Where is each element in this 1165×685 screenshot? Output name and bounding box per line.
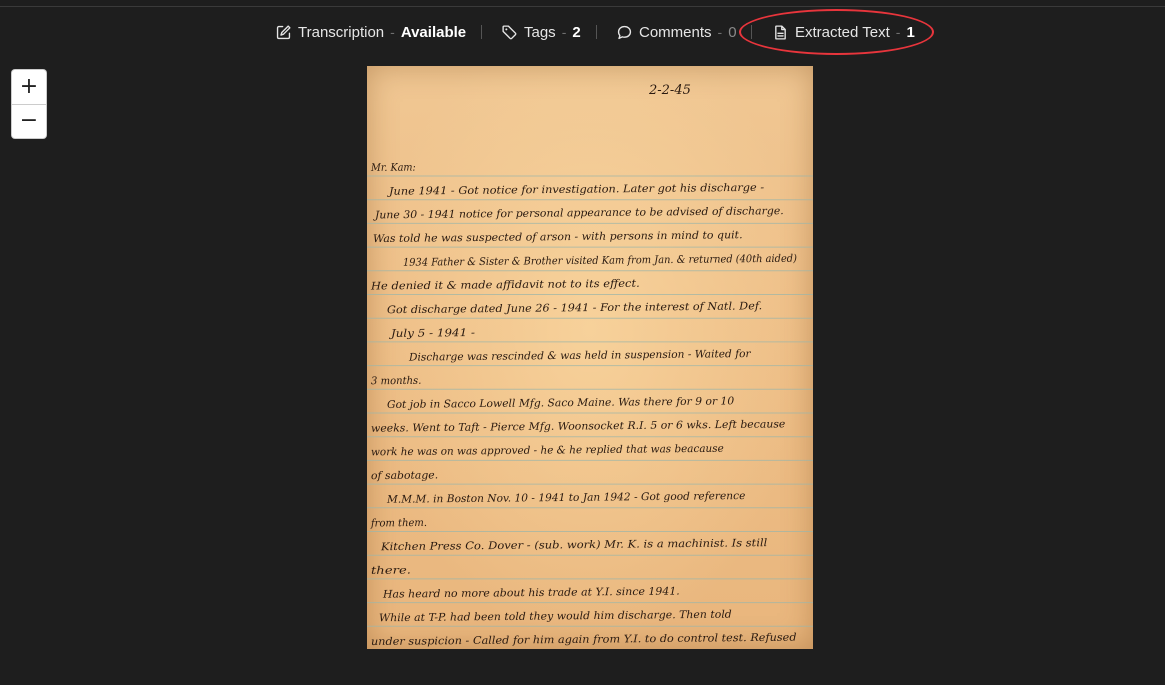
document-date: 2-2-45 xyxy=(648,83,691,98)
comments-count: 0 xyxy=(728,23,737,41)
document-image[interactable]: 2-2-45 Mr. Kam: June 1941 - Got notice for… xyxy=(367,66,813,649)
handwritten-line: Kitchen Press Co. Dover - (sub. work) Mr… xyxy=(380,537,768,553)
tags-count: 2 xyxy=(572,23,581,41)
handwritten-line: work he was on was approved - he & he re… xyxy=(371,443,724,459)
handwritten-line: Mr. Kam: xyxy=(370,162,416,174)
comment-icon xyxy=(616,24,633,41)
tags-tab[interactable]: Tags - 2 xyxy=(501,18,581,46)
handwritten-line: He denied it & made affidavit not to its… xyxy=(370,278,640,293)
handwritten-line: Has heard no more about his trade at Y.I… xyxy=(382,585,680,600)
zoom-out-button[interactable]: − xyxy=(12,104,46,137)
handwritten-line: Discharge was rescinded & was held in su… xyxy=(408,348,752,364)
handwritten-line: weeks. Went to Taft - Pierce Mfg. Woonso… xyxy=(371,418,786,434)
handwritten-line: June 30 - 1941 notice for personal appea… xyxy=(373,205,784,221)
handwritten-line: there. xyxy=(371,564,411,576)
handwritten-line: M.M.M. in Boston Nov. 10 - 1941 to Jan 1… xyxy=(386,490,746,506)
edit-icon xyxy=(275,24,292,41)
transcription-label: Transcription xyxy=(298,23,385,41)
handwritten-line: from them. xyxy=(370,517,427,530)
zoom-control: + − xyxy=(12,70,46,138)
separator: - xyxy=(561,24,567,40)
extracted-text-tab[interactable]: Extracted Text - 1 xyxy=(772,18,915,46)
extracted-text-label: Extracted Text xyxy=(795,23,890,41)
handwritten-line: of sabotage. xyxy=(371,469,438,482)
toolbar-divider xyxy=(481,25,482,39)
separator: - xyxy=(390,24,395,40)
document-icon xyxy=(772,24,789,41)
tag-icon xyxy=(501,24,518,41)
separator: - xyxy=(717,24,723,40)
handwritten-line: While at T-P. had been told they would h… xyxy=(379,609,732,625)
zoom-in-button[interactable]: + xyxy=(12,70,46,104)
item-toolbar: Transcription - Available Tags - 2 Comme… xyxy=(0,18,1165,46)
handwritten-line: Got job in Sacco Lowell Mfg. Saco Maine.… xyxy=(387,395,735,411)
top-divider xyxy=(0,6,1165,7)
handwritten-line: under suspicion - Called for him again f… xyxy=(371,632,797,648)
extracted-text-count: 1 xyxy=(906,23,915,41)
handwritten-line: 1934 Father & Sister & Brother visited K… xyxy=(403,253,797,269)
transcription-tab[interactable]: Transcription - Available xyxy=(275,18,466,46)
tags-label: Tags xyxy=(524,23,556,41)
comments-label: Comments xyxy=(639,23,712,41)
handwritten-line: 3 months. xyxy=(371,375,422,388)
toolbar-divider xyxy=(751,25,752,39)
transcription-status: Available xyxy=(400,23,467,41)
handwritten-line: June 1941 - Got notice for investigation… xyxy=(387,182,765,198)
handwritten-line: Got discharge dated June 26 - 1941 - For… xyxy=(387,300,762,316)
handwritten-line: July 5 - 1941 - xyxy=(389,327,476,340)
handwritten-line: Was told he was suspected of arson - wit… xyxy=(373,229,743,245)
separator: - xyxy=(895,24,901,40)
handwritten-page: 2-2-45 Mr. Kam: June 1941 - Got notice for… xyxy=(367,83,813,648)
comments-tab[interactable]: Comments - 0 xyxy=(616,18,737,46)
toolbar-divider xyxy=(596,25,597,39)
